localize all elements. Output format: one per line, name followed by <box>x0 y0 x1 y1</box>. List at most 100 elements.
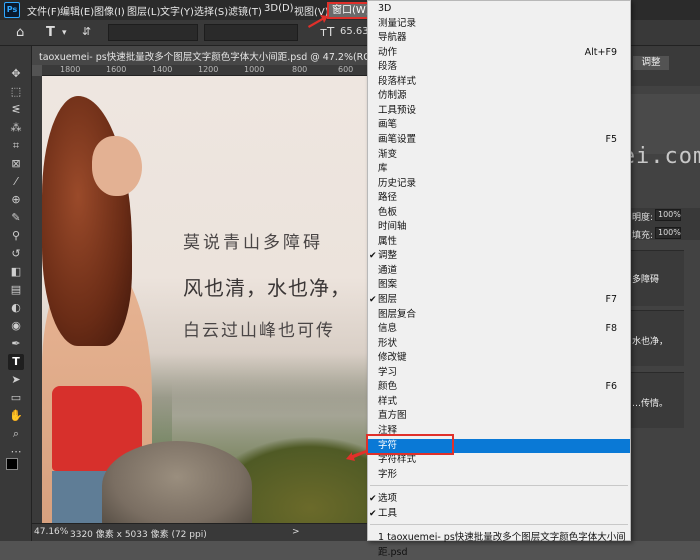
menu-item-label: 学习 <box>378 366 398 378</box>
document-canvas[interactable]: 莫说青山多障碍 风也清，水也净， 白云过山峰也可传 <box>42 76 370 523</box>
layer-name[interactable]: 水也净， <box>632 334 668 347</box>
path-selection-tool-icon[interactable]: ➤ <box>8 372 24 388</box>
brush-tool-icon[interactable]: ✎ <box>8 210 24 226</box>
crop-tool-icon[interactable]: ⌗ <box>8 138 24 154</box>
type-tool-preset-icon[interactable]: T <box>46 25 55 40</box>
canvas-text-line3[interactable]: 白云过山峰也可传 <box>183 316 335 341</box>
hand-tool-icon[interactable]: ✋ <box>8 408 24 424</box>
menu-item-label: 动作 <box>378 46 398 58</box>
menu-select[interactable]: 选择(S) <box>194 3 228 18</box>
window-menu-item[interactable]: 字符样式 <box>368 453 630 468</box>
menu-3d[interactable]: 3D(D) <box>264 3 294 14</box>
canvas-text-line2[interactable]: 风也清，水也净， <box>183 272 351 301</box>
window-menu-item[interactable]: ✔ 工具 <box>368 507 630 522</box>
window-menu-item[interactable]: 修改键 <box>368 351 630 366</box>
dodge-tool-icon[interactable]: ◉ <box>8 318 24 334</box>
marquee-tool-icon[interactable]: ⬚ <box>8 84 24 100</box>
menu-item-label: 直方图 <box>378 410 407 422</box>
window-menu-item[interactable]: 信息 F8 <box>368 322 630 337</box>
menu-filter[interactable]: 滤镜(T) <box>228 3 262 18</box>
window-menu-item[interactable]: 渐变 <box>368 148 630 163</box>
tools-panel: ✥ ⬚ ᓬ ⁂ ⌗ ⊠ ⁄ ⊕ ✎ ⚲ ↺ ◧ ▤ ◐ ◉ ✒ T ➤ ▭ ✋ … <box>0 46 32 541</box>
window-menu-item[interactable]: 属性 <box>368 235 630 250</box>
blur-tool-icon[interactable]: ◐ <box>8 300 24 316</box>
fill-input[interactable]: 100% <box>655 227 681 239</box>
window-menu-item[interactable]: ✔ 调整 <box>368 249 630 264</box>
window-menu-item[interactable]: 画笔 <box>368 118 630 133</box>
menu-item-label: 图层复合 <box>378 308 417 320</box>
healing-brush-tool-icon[interactable]: ⊕ <box>8 192 24 208</box>
window-menu-item[interactable]: 工具预设 <box>368 104 630 119</box>
opacity-input[interactable]: 100% <box>655 209 681 221</box>
menu-item-label: 库 <box>378 163 388 175</box>
window-menu-item[interactable]: 3D <box>368 2 630 17</box>
ruler-label: 1000 <box>244 65 265 74</box>
quick-select-tool-icon[interactable]: ⁂ <box>8 120 24 136</box>
menu-layer[interactable]: 图层(L) <box>127 3 160 18</box>
window-menu-item[interactable]: 字形 <box>368 468 630 483</box>
window-menu-item[interactable]: 直方图 <box>368 409 630 424</box>
lasso-tool-icon[interactable]: ᓬ <box>8 102 24 118</box>
clone-stamp-tool-icon[interactable]: ⚲ <box>8 228 24 244</box>
window-menu-item[interactable]: 图案 <box>368 278 630 293</box>
window-menu-item[interactable]: 学习 <box>368 366 630 381</box>
window-menu-item[interactable]: 测量记录 <box>368 17 630 32</box>
type-tool-icon[interactable]: T <box>8 354 24 370</box>
window-menu-item[interactable]: 样式 <box>368 395 630 410</box>
menu-file[interactable]: 文件(F) <box>27 3 61 18</box>
menu-edit[interactable]: 编辑(E) <box>60 3 94 18</box>
eyedropper-tool-icon[interactable]: ⁄ <box>8 174 24 190</box>
zoom-tool-icon[interactable]: ⌕ <box>8 426 24 442</box>
opacity-label: 明度: <box>632 213 654 223</box>
window-menu-item[interactable]: 导航器 <box>368 31 630 46</box>
move-tool-icon[interactable]: ✥ <box>8 66 24 82</box>
window-menu-item[interactable]: ✔ 选项 <box>368 492 630 507</box>
history-brush-tool-icon[interactable]: ↺ <box>8 246 24 262</box>
pen-tool-icon[interactable]: ✒ <box>8 336 24 352</box>
menu-item-label: 导航器 <box>378 32 407 44</box>
window-menu-item[interactable]: 通道 <box>368 264 630 279</box>
menu-item-label: 时间轴 <box>378 221 407 233</box>
document-tab[interactable]: taoxuemei- ps快速批量改多个图层文字颜色字体大小间距.psd @ 4… <box>32 46 398 65</box>
recent-document-item[interactable]: 1 taoxuemei- ps快速批量改多个图层文字颜色字体大小间距.psd <box>368 531 630 558</box>
window-menu-item[interactable]: 路径 <box>368 191 630 206</box>
status-bar: 47.16% 3320 像素 x 5033 像素 (72 ppi) > <box>32 523 370 541</box>
status-expand-arrow[interactable]: > <box>292 527 300 537</box>
menu-item-label: 段落样式 <box>378 75 417 87</box>
window-menu-item[interactable]: 图层复合 <box>368 308 630 323</box>
window-menu-item[interactable]: 时间轴 <box>368 220 630 235</box>
frame-tool-icon[interactable]: ⊠ <box>8 156 24 172</box>
eraser-tool-icon[interactable]: ◧ <box>8 264 24 280</box>
canvas-text-line1[interactable]: 莫说青山多障碍 <box>183 228 323 253</box>
layer-name[interactable]: 多障碍 <box>632 272 659 285</box>
window-menu-item[interactable]: 色板 <box>368 206 630 221</box>
shape-tool-icon[interactable]: ▭ <box>8 390 24 406</box>
window-menu-item[interactable]: ✔ 图层 F7 <box>368 293 630 308</box>
home-icon[interactable]: ⌂ <box>16 25 24 40</box>
ruler-vertical <box>32 76 42 523</box>
text-orientation-icon[interactable]: ⇵ <box>82 25 91 38</box>
window-menu-item[interactable]: 形状 <box>368 337 630 352</box>
window-menu-item[interactable]: 仿制源 <box>368 89 630 104</box>
window-menu-item[interactable]: 段落样式 <box>368 75 630 90</box>
foreground-color-swatch[interactable] <box>6 458 18 470</box>
menu-item-label: 历史记录 <box>378 177 417 189</box>
window-menu-item[interactable]: 段落 <box>368 60 630 75</box>
layer-name[interactable]: …传情。 <box>632 396 668 409</box>
window-menu-item[interactable]: 画笔设置 F5 <box>368 133 630 148</box>
gradient-tool-icon[interactable]: ▤ <box>8 282 24 298</box>
menu-image[interactable]: 图像(I) <box>94 3 125 18</box>
annotation-arrow-icon <box>308 15 328 28</box>
window-menu-item[interactable]: 颜色 F6 <box>368 380 630 395</box>
window-menu-item[interactable]: 动作 Alt+F9 <box>368 46 630 61</box>
chevron-down-icon[interactable]: ▾ <box>62 28 67 38</box>
menu-item-label: 测量记录 <box>378 17 417 29</box>
font-size-value[interactable]: 65.63 <box>340 26 369 37</box>
tab-adjustments[interactable]: 调整 <box>633 56 669 70</box>
window-menu-item[interactable]: 库 <box>368 162 630 177</box>
zoom-level[interactable]: 47.16% <box>34 527 68 537</box>
menu-type[interactable]: 文字(Y) <box>160 3 194 18</box>
window-menu-item[interactable]: 历史记录 <box>368 177 630 192</box>
font-style-field[interactable] <box>204 24 298 41</box>
font-family-field[interactable] <box>108 24 198 41</box>
